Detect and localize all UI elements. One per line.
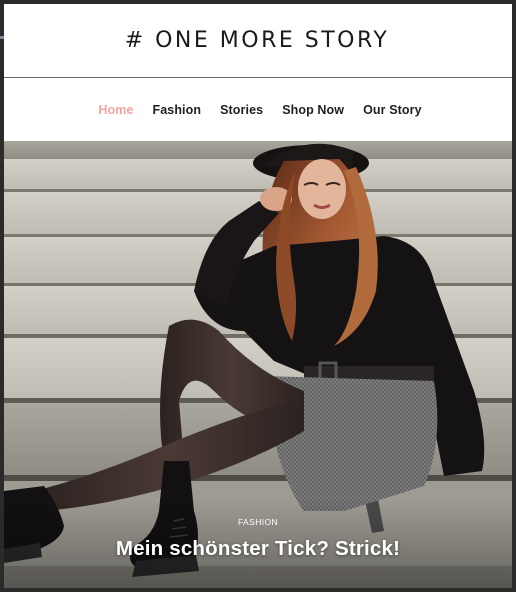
nav-item-stories[interactable]: Stories bbox=[220, 103, 263, 117]
nav-item-shop-now[interactable]: Shop Now bbox=[282, 103, 344, 117]
site-header: # ONE MORE STORY bbox=[4, 4, 512, 77]
site-logo[interactable]: # ONE MORE STORY bbox=[125, 28, 390, 53]
page-frame: # ONE MORE STORY Home Fashion Stories Sh… bbox=[4, 4, 512, 588]
post-category-label[interactable]: FASHION bbox=[4, 517, 512, 527]
main-navigation: Home Fashion Stories Shop Now Our Story bbox=[4, 78, 512, 141]
post-title[interactable]: Mein schönster Tick? Strick! bbox=[4, 537, 512, 561]
nav-item-our-story[interactable]: Our Story bbox=[363, 103, 422, 117]
nav-item-home[interactable]: Home bbox=[98, 103, 133, 117]
hero-post[interactable]: FASHION Mein schönster Tick? Strick! bbox=[4, 141, 512, 588]
nav-item-fashion[interactable]: Fashion bbox=[152, 103, 201, 117]
